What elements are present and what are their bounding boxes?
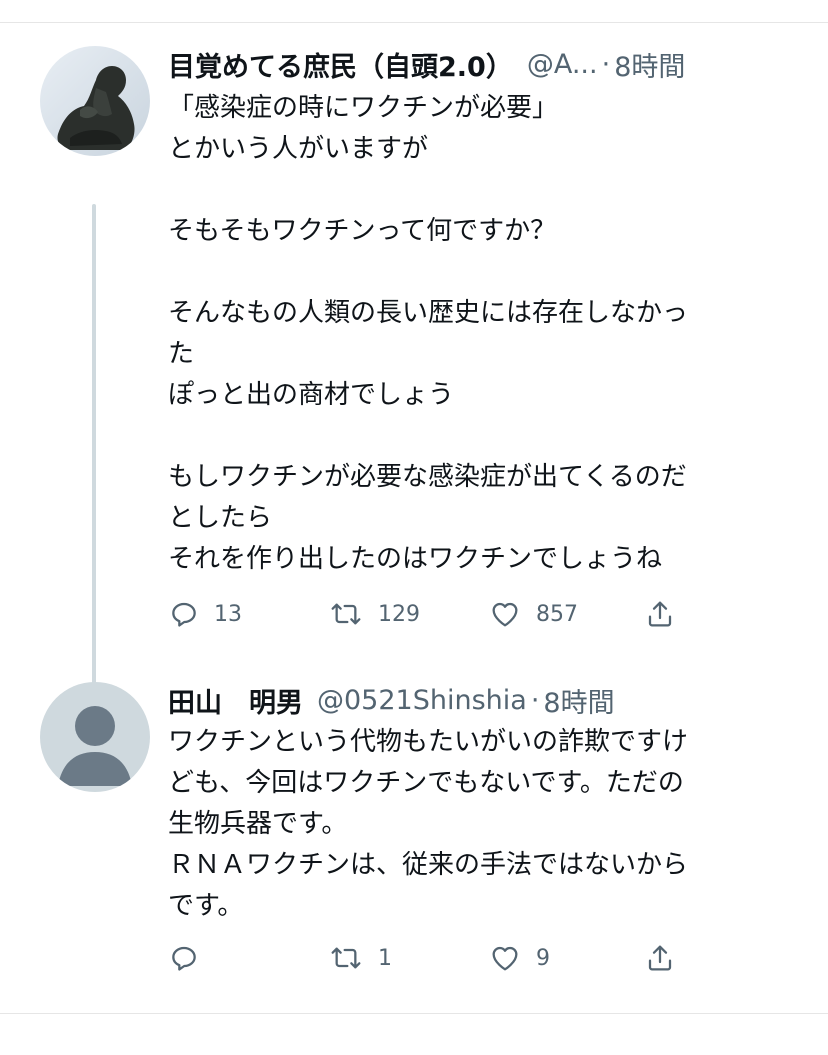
retweet-count: 1 xyxy=(378,945,392,971)
default-avatar-icon xyxy=(40,682,150,792)
tweet-header: 田山 明男 @0521Shinshia · 8時間 xyxy=(168,680,788,720)
like-icon xyxy=(492,946,518,971)
tweet-text: 「感染症の時にワクチンが必要」 とかいう人がいますが そもそもワクチンって何です… xyxy=(168,93,689,574)
tweet-header: 目覚めてる庶民（自頭2.0） @A... · 8時間 xyxy=(168,44,788,84)
tweet-actions: 1 9 xyxy=(168,936,688,980)
share-button[interactable] xyxy=(644,936,676,980)
separator-dot: · xyxy=(601,48,611,80)
avatar[interactable] xyxy=(40,46,150,156)
bottom-divider xyxy=(0,1013,828,1014)
separator-dot: · xyxy=(530,684,540,716)
top-divider xyxy=(0,22,828,23)
retweet-icon xyxy=(331,947,361,969)
tweet-actions: 13 129 857 xyxy=(168,592,688,636)
timestamp[interactable]: 8時間 xyxy=(614,45,685,84)
reply-icon xyxy=(172,946,196,971)
share-icon xyxy=(648,945,672,971)
reply-button[interactable] xyxy=(168,936,214,980)
thread-line xyxy=(92,204,96,704)
like-icon xyxy=(492,602,518,627)
like-button[interactable]: 9 xyxy=(488,936,550,980)
avatar[interactable] xyxy=(40,682,150,792)
display-name[interactable]: 目覚めてる庶民（自頭2.0） xyxy=(168,45,513,84)
share-button[interactable] xyxy=(644,592,676,636)
display-name[interactable]: 田山 明男 xyxy=(168,681,303,720)
like-button[interactable]: 857 xyxy=(488,592,578,636)
reply-count: 13 xyxy=(214,601,242,627)
share-icon xyxy=(648,601,672,627)
user-handle[interactable]: @0521Shinshia xyxy=(317,685,527,716)
retweet-button[interactable]: 1 xyxy=(328,936,392,980)
retweet-button[interactable]: 129 xyxy=(328,592,420,636)
reply-button[interactable]: 13 xyxy=(168,592,242,636)
like-count: 857 xyxy=(536,601,578,627)
thinker-statue-avatar-icon xyxy=(40,46,150,156)
reply-icon xyxy=(172,602,196,627)
retweet-icon xyxy=(331,603,361,625)
like-count: 9 xyxy=(536,945,550,971)
user-handle[interactable]: @A... xyxy=(527,49,598,80)
timestamp[interactable]: 8時間 xyxy=(543,681,614,720)
tweet-text: ワクチンという代物もたいがいの詐欺ですけ ども、今回はワクチンでもないです。ただ… xyxy=(168,727,689,921)
retweet-count: 129 xyxy=(378,601,420,627)
